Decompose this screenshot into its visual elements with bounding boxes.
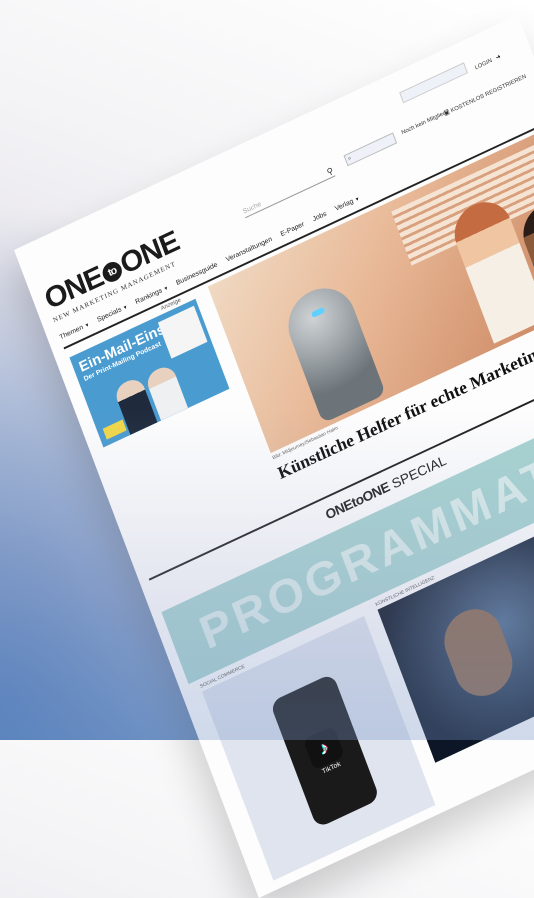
- username-field[interactable]: ⌕: [344, 132, 398, 166]
- face-image: [436, 600, 521, 706]
- hero-image[interactable]: [208, 127, 534, 453]
- not-member-text: Noch kein Mitglied?: [401, 109, 450, 136]
- ad-side-panel: [158, 306, 208, 359]
- woman-figure: [446, 192, 534, 343]
- login-link[interactable]: LOGIN: [474, 58, 493, 71]
- login-field[interactable]: [399, 62, 468, 103]
- login-icon: ➜: [495, 54, 502, 62]
- login-row: LOGIN ➜: [399, 46, 503, 108]
- ad-badge: [103, 420, 127, 440]
- robot-figure: [279, 277, 386, 423]
- website-screenshot: LOGIN ➜ ONEtoONE NEW MARKETING MANAGEMEN…: [14, 15, 534, 898]
- search-placeholder: Suche: [242, 201, 262, 216]
- search-icon[interactable]: ⚲: [325, 165, 335, 178]
